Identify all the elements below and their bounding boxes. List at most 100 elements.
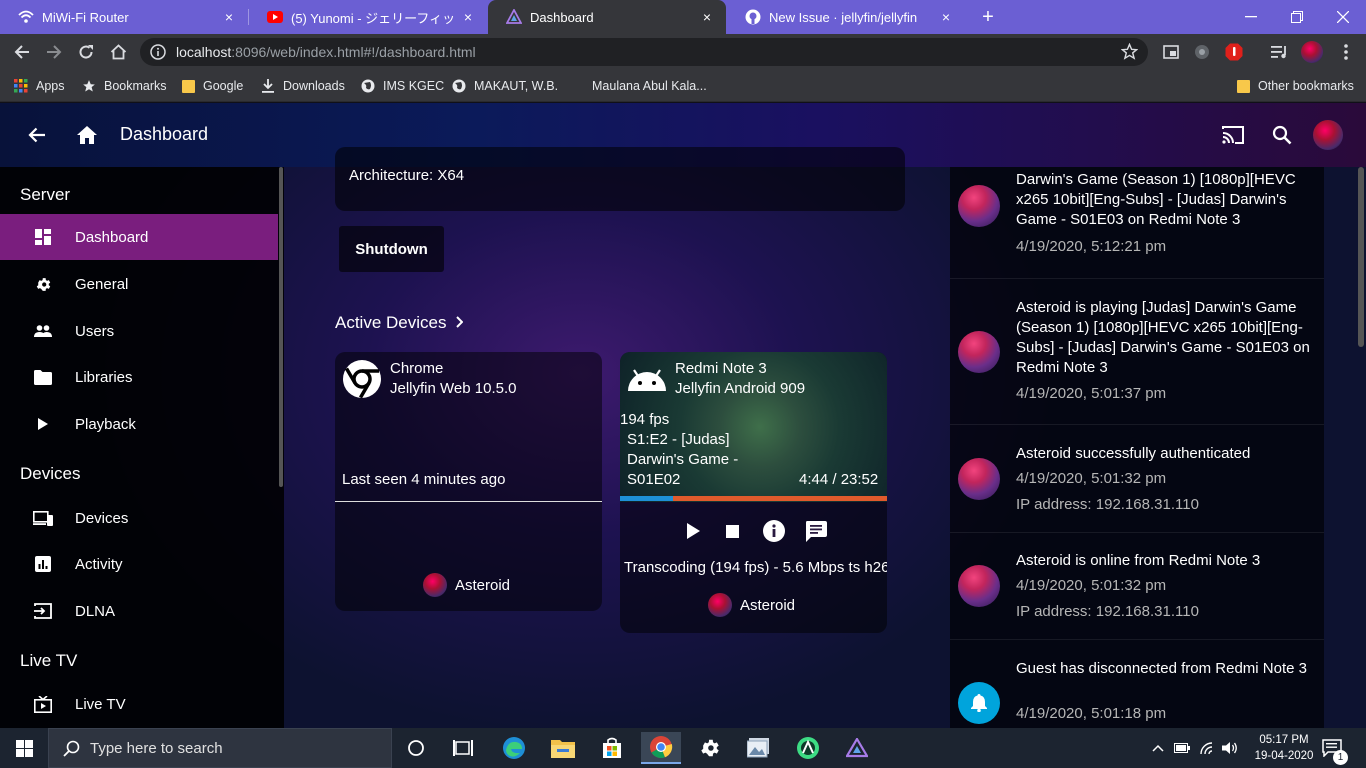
- jellyfin-taskbar-icon[interactable]: [837, 732, 877, 764]
- device-client: Jellyfin Web 10.5.0: [390, 380, 517, 397]
- avatar: [708, 593, 732, 617]
- tray-chevron-up-icon[interactable]: [1152, 728, 1164, 768]
- bookmark-downloads[interactable]: Downloads: [261, 76, 345, 96]
- restore-button[interactable]: [1274, 0, 1320, 34]
- star-icon[interactable]: [1121, 43, 1138, 60]
- device-user: Asteroid: [423, 573, 510, 597]
- close-window-button[interactable]: [1320, 0, 1366, 34]
- bookmark-apps[interactable]: Apps: [14, 76, 65, 96]
- device-card-chrome[interactable]: Chrome Jellyfin Web 10.5.0 Last seen 4 m…: [335, 352, 602, 611]
- tab-youtube[interactable]: (5) Yunomi - ジェリーフィッシュ (feat. ×: [249, 0, 487, 34]
- sidebar-item-general[interactable]: General: [0, 261, 278, 307]
- battery-icon[interactable]: [1174, 728, 1190, 768]
- download-icon: [261, 79, 275, 93]
- message-icon[interactable]: [803, 518, 829, 544]
- device-name: Chrome: [390, 360, 444, 377]
- device-card-redmi[interactable]: Redmi Note 3 Jellyfin Android 909 194 fp…: [620, 352, 887, 633]
- media-control-icon[interactable]: [1268, 40, 1292, 64]
- volume-icon[interactable]: [1222, 728, 1238, 768]
- activity-title: Asteroid successfully authenticated: [1016, 445, 1251, 462]
- sidebar-item-label: Activity: [75, 555, 123, 573]
- close-icon[interactable]: ×: [700, 9, 714, 25]
- info-icon[interactable]: [150, 44, 166, 60]
- bookmark-google[interactable]: Google: [181, 76, 243, 96]
- extension-icon[interactable]: [1190, 40, 1214, 64]
- chrome-taskbar-icon[interactable]: [641, 732, 681, 764]
- activity-item[interactable]: Asteroid is online from Redmi Note 3 4/1…: [950, 533, 1324, 640]
- home-icon[interactable]: [71, 119, 103, 151]
- activity-item[interactable]: Asteroid successfully authenticated 4/19…: [950, 425, 1324, 533]
- taskbar-search[interactable]: Type here to search: [48, 728, 392, 768]
- sidebar-item-playback[interactable]: Playback: [0, 401, 278, 447]
- activity-item[interactable]: Asteroid is playing [Judas] Darwin's Gam…: [950, 279, 1324, 425]
- reload-icon[interactable]: [74, 40, 98, 64]
- close-icon[interactable]: ×: [939, 9, 953, 25]
- bookmark-bookmarks[interactable]: Bookmarks: [82, 76, 167, 96]
- bookmark-other[interactable]: Other bookmarks: [1236, 76, 1354, 96]
- store-icon[interactable]: [592, 732, 632, 764]
- back-arrow-icon[interactable]: [21, 119, 53, 151]
- cortana-icon[interactable]: [396, 732, 436, 764]
- bookmark-makaut[interactable]: MAKAUT, W.B.: [452, 76, 558, 96]
- user-avatar[interactable]: [1312, 119, 1344, 151]
- sidebar-item-dlna[interactable]: DLNA: [0, 588, 278, 634]
- settings-gear-icon[interactable]: [690, 732, 730, 764]
- minimize-button[interactable]: [1228, 0, 1274, 34]
- users-icon: [33, 321, 53, 341]
- device-user: Asteroid: [708, 593, 795, 617]
- tab-miwifi[interactable]: MiWi-Fi Router ×: [0, 0, 248, 34]
- photos-app-icon[interactable]: [739, 732, 779, 764]
- sidebar-item-dashboard[interactable]: Dashboard: [0, 214, 278, 260]
- forward-icon[interactable]: [42, 40, 66, 64]
- device-client: Jellyfin Android 909: [675, 380, 806, 397]
- address-bar[interactable]: localhost:8096/web/index.html#!/dashboar…: [140, 38, 1148, 66]
- wifi-tray-icon[interactable]: [1199, 728, 1215, 768]
- globe-icon: [452, 79, 466, 93]
- sidebar-item-users[interactable]: Users: [0, 308, 278, 354]
- close-icon[interactable]: ×: [222, 9, 236, 25]
- info-icon[interactable]: [761, 518, 787, 544]
- sidebar-item-live-tv[interactable]: Live TV: [0, 681, 278, 727]
- notification-center-icon[interactable]: 1: [1322, 728, 1348, 768]
- sidebar-scrollbar[interactable]: [279, 167, 283, 487]
- sidebar-item-devices[interactable]: Devices: [0, 495, 278, 541]
- close-icon[interactable]: ×: [461, 9, 475, 25]
- tab-github[interactable]: New Issue · jellyfin/jellyfin ×: [727, 0, 965, 34]
- edge-icon[interactable]: [494, 732, 534, 764]
- playback-progress-fill: [620, 496, 674, 501]
- sidebar-item-activity[interactable]: Activity: [0, 541, 278, 587]
- activity-item[interactable]: Guest has disconnected from Redmi Note 3…: [950, 640, 1324, 728]
- new-tab-button[interactable]: +: [976, 5, 1000, 29]
- back-icon[interactable]: [10, 40, 34, 64]
- bookmark-maulana[interactable]: Maulana Abul Kala...: [570, 76, 707, 96]
- bookmark-ims-kgec[interactable]: IMS KGEC: [361, 76, 444, 96]
- taskbar-clock[interactable]: 05:17 PM 19-04-2020: [1254, 732, 1314, 764]
- github-icon: [745, 9, 761, 25]
- active-devices-link[interactable]: Active Devices: [335, 313, 464, 333]
- play-icon[interactable]: [680, 518, 706, 544]
- file-explorer-icon[interactable]: [543, 732, 583, 764]
- episode-line-1: S1:E2 - [Judas]: [627, 431, 730, 448]
- page-scrollbar[interactable]: [1358, 167, 1364, 347]
- folder-icon: [1236, 79, 1250, 93]
- bookmark-label: Apps: [36, 79, 65, 93]
- bell-icon: [958, 682, 1000, 724]
- tab-dashboard[interactable]: Dashboard ×: [488, 0, 726, 34]
- android-studio-icon[interactable]: [788, 732, 828, 764]
- profile-avatar[interactable]: [1300, 40, 1324, 64]
- bookmark-label: Google: [203, 79, 244, 93]
- search-icon[interactable]: [1266, 119, 1298, 151]
- windows-start-icon[interactable]: [0, 728, 48, 768]
- cast-tab-icon[interactable]: [1159, 40, 1183, 64]
- adblock-icon[interactable]: [1222, 40, 1246, 64]
- sidebar-item-libraries[interactable]: Libraries: [0, 354, 278, 400]
- bookmark-label: Other bookmarks: [1258, 79, 1354, 93]
- home-icon[interactable]: [106, 40, 130, 64]
- task-view-icon[interactable]: [443, 732, 483, 764]
- shutdown-button[interactable]: Shutdown: [339, 226, 444, 272]
- activity-item[interactable]: Darwin's Game (Season 1) [1080p][HEVC x2…: [950, 167, 1324, 279]
- cast-icon[interactable]: [1217, 119, 1249, 151]
- menu-icon[interactable]: [1334, 40, 1358, 64]
- stop-icon[interactable]: [719, 518, 745, 544]
- gear-icon: [33, 274, 53, 294]
